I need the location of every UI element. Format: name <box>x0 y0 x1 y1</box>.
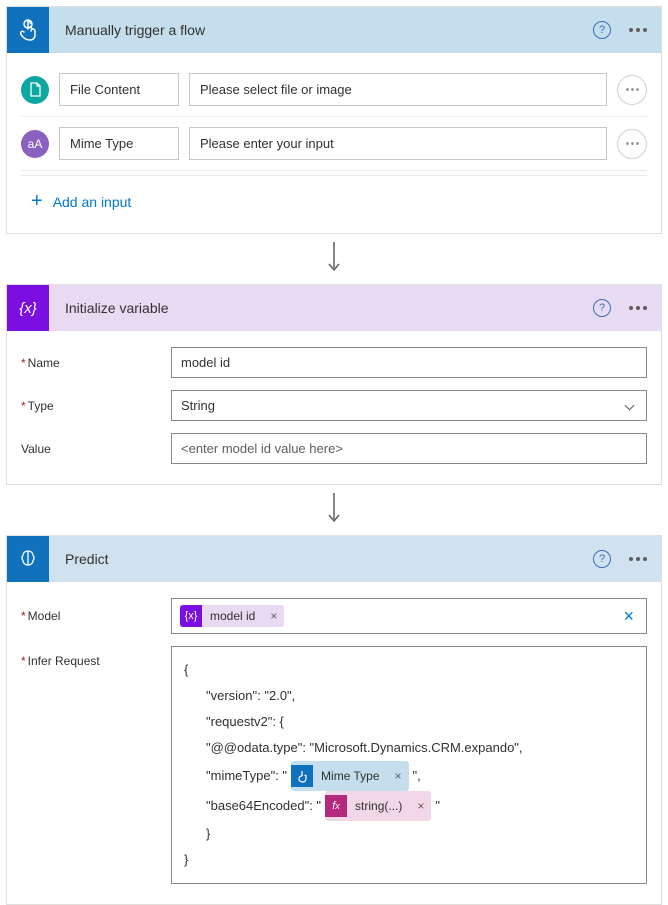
variable-icon: {x} <box>7 285 49 331</box>
clear-button[interactable]: × <box>619 606 638 627</box>
flow-arrow <box>0 485 668 529</box>
model-id-chip[interactable]: {x} model id × <box>180 605 284 627</box>
trigger-header[interactable]: Manually trigger a flow ? <box>7 7 661 53</box>
variable-title: Initialize variable <box>49 300 593 316</box>
mime-type-chip[interactable]: Mime Type × <box>291 761 408 791</box>
infer-request-input[interactable]: { "version": "2.0", "requestv2": { "@@od… <box>171 646 647 884</box>
expression-chip[interactable]: fx string(...) × <box>325 791 431 821</box>
help-icon[interactable]: ? <box>593 21 611 39</box>
help-icon[interactable]: ? <box>593 550 611 568</box>
predict-card: Predict ? *Model {x} model id × × *Infer… <box>6 535 662 905</box>
model-label: *Model <box>21 609 171 623</box>
variable-icon: {x} <box>180 605 202 627</box>
value-label: Value <box>21 442 171 456</box>
file-icon <box>21 76 49 104</box>
brain-icon <box>7 536 49 582</box>
chip-remove-icon[interactable]: × <box>410 794 431 818</box>
name-label: *Name <box>21 356 171 370</box>
type-label: *Type <box>21 399 171 413</box>
flow-arrow <box>0 234 668 278</box>
add-input-label: Add an input <box>53 194 132 210</box>
input-more-button[interactable] <box>617 129 647 159</box>
variable-card: {x} Initialize variable ? *Name model id… <box>6 284 662 485</box>
input-row-file-content: File Content Please select file or image <box>21 63 647 117</box>
touch-icon <box>291 765 313 787</box>
fx-icon: fx <box>325 795 347 817</box>
more-menu-button[interactable] <box>629 306 647 310</box>
input-row-mime-type: aA Mime Type Please enter your input <box>21 117 647 171</box>
model-input[interactable]: {x} model id × × <box>171 598 647 634</box>
input-more-button[interactable] <box>617 75 647 105</box>
add-input-button[interactable]: + Add an input <box>21 176 647 219</box>
predict-header[interactable]: Predict ? <box>7 536 661 582</box>
type-select[interactable]: String <box>171 390 647 421</box>
input-label[interactable]: File Content <box>59 73 179 106</box>
mime-type-input[interactable]: Please enter your input <box>189 127 607 160</box>
chip-remove-icon[interactable]: × <box>263 609 284 623</box>
name-input[interactable]: model id <box>171 347 647 378</box>
predict-title: Predict <box>49 551 593 567</box>
chip-remove-icon[interactable]: × <box>388 764 409 788</box>
plus-icon: + <box>31 190 43 213</box>
trigger-card: Manually trigger a flow ? File Content P… <box>6 6 662 234</box>
value-input[interactable]: <enter model id value here> <box>171 433 647 464</box>
file-content-input[interactable]: Please select file or image <box>189 73 607 106</box>
touch-icon <box>7 7 49 53</box>
text-icon: aA <box>21 130 49 158</box>
infer-request-label: *Infer Request <box>21 646 171 668</box>
input-label[interactable]: Mime Type <box>59 127 179 160</box>
chevron-down-icon <box>625 401 635 411</box>
trigger-title: Manually trigger a flow <box>49 22 593 38</box>
more-menu-button[interactable] <box>629 557 647 561</box>
more-menu-button[interactable] <box>629 28 647 32</box>
variable-header[interactable]: {x} Initialize variable ? <box>7 285 661 331</box>
help-icon[interactable]: ? <box>593 299 611 317</box>
